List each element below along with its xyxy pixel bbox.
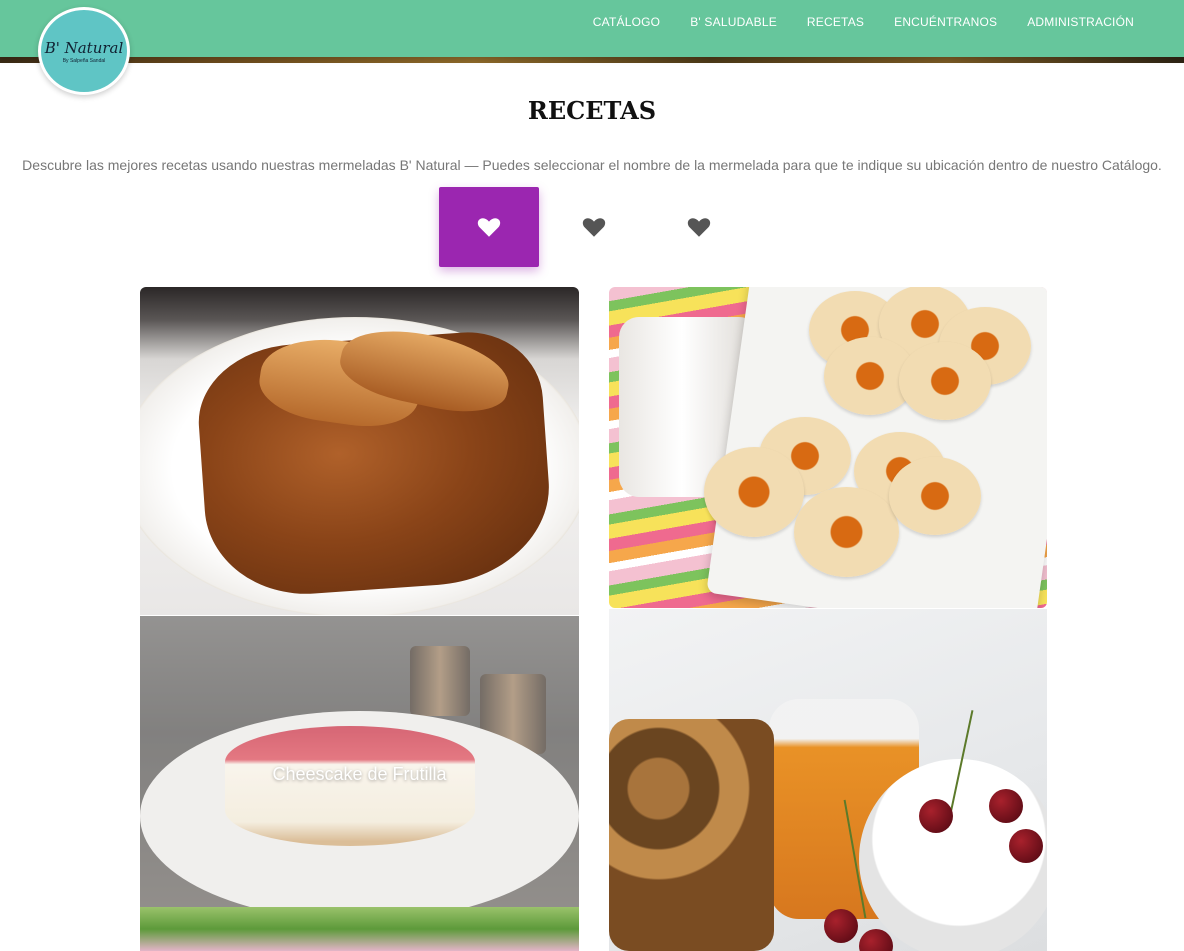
nav-link-recetas[interactable]: RECETAS <box>807 15 864 29</box>
heart-icon <box>687 218 711 237</box>
nav-link-b-saludable[interactable]: B' SALUDABLE <box>690 15 777 29</box>
logo-subtext: By Salpeña Sandal <box>62 57 106 64</box>
recipe-title: Cheescake de Frutilla <box>272 764 447 784</box>
recipe-filter-tabs <box>439 187 754 267</box>
hero-image-strip <box>0 57 1184 63</box>
recipe-image-background <box>140 907 579 951</box>
nav-link-catalogo[interactable]: CATÁLOGO <box>593 15 660 29</box>
recipe-card-jam-cookies[interactable] <box>609 287 1047 608</box>
cookie-shape <box>899 342 991 420</box>
filter-tab-2[interactable] <box>544 187 644 267</box>
nav-link-administracion[interactable]: ADMINISTRACIÓN <box>1027 15 1134 29</box>
cookie-shape <box>889 457 981 535</box>
cherry-shape <box>919 799 953 833</box>
recipe-card-partial[interactable] <box>140 907 579 951</box>
nav-link-encuentranos[interactable]: ENCUÉNTRANOS <box>894 15 997 29</box>
heart-icon <box>582 218 606 237</box>
recipe-card-cheesecake[interactable]: Cheescake de Frutilla <box>140 616 579 907</box>
heart-icon <box>477 218 501 237</box>
cookie-shape <box>794 487 899 577</box>
cookie-shape <box>704 447 804 537</box>
page-description: Descubre las mejores recetas usando nues… <box>22 157 1162 173</box>
recipe-card-apple-cake[interactable] <box>140 287 579 615</box>
recipe-card-granola-yogurt[interactable] <box>609 609 1047 951</box>
cherry-shape <box>989 789 1023 823</box>
main-nav: CATÁLOGO B' SALUDABLE RECETAS ENCUÉNTRAN… <box>563 0 1134 44</box>
logo-text: B' Natural <box>44 38 124 57</box>
cherry-shape <box>1009 829 1043 863</box>
hover-overlay <box>140 616 579 907</box>
filter-tab-3[interactable] <box>649 187 749 267</box>
cherry-shape <box>824 909 858 943</box>
granola-jar-shape <box>609 719 774 951</box>
filter-tab-all[interactable] <box>439 187 539 267</box>
page-title: RECETAS <box>527 96 657 125</box>
brand-logo[interactable]: B' Natural By Salpeña Sandal <box>38 7 130 95</box>
